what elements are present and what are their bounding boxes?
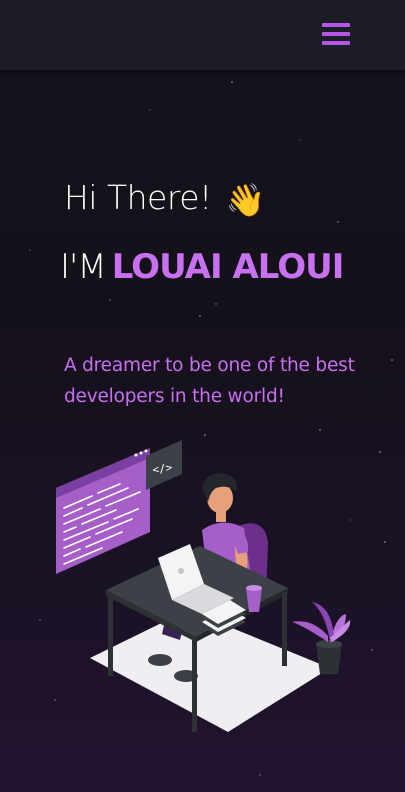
- waving-hand-icon: 👋: [225, 181, 266, 219]
- intro-prefix: I'M: [60, 247, 107, 287]
- greeting-text: Hi There!: [64, 178, 212, 217]
- code-window-illustration: [56, 448, 150, 574]
- hero-greeting: Hi There! 👋: [64, 178, 266, 219]
- hero-name: LOUAI ALOUI: [111, 247, 345, 287]
- navbar: [0, 0, 405, 70]
- hero-tagline: A dreamer to be one of the best develope…: [64, 355, 355, 407]
- code-tag-icon: </>: [146, 440, 182, 490]
- developer-illustration: </>: [56, 440, 351, 732]
- hero-intro: I'M LOUAI ALOUI: [60, 247, 345, 287]
- hamburger-menu-icon[interactable]: [322, 21, 350, 47]
